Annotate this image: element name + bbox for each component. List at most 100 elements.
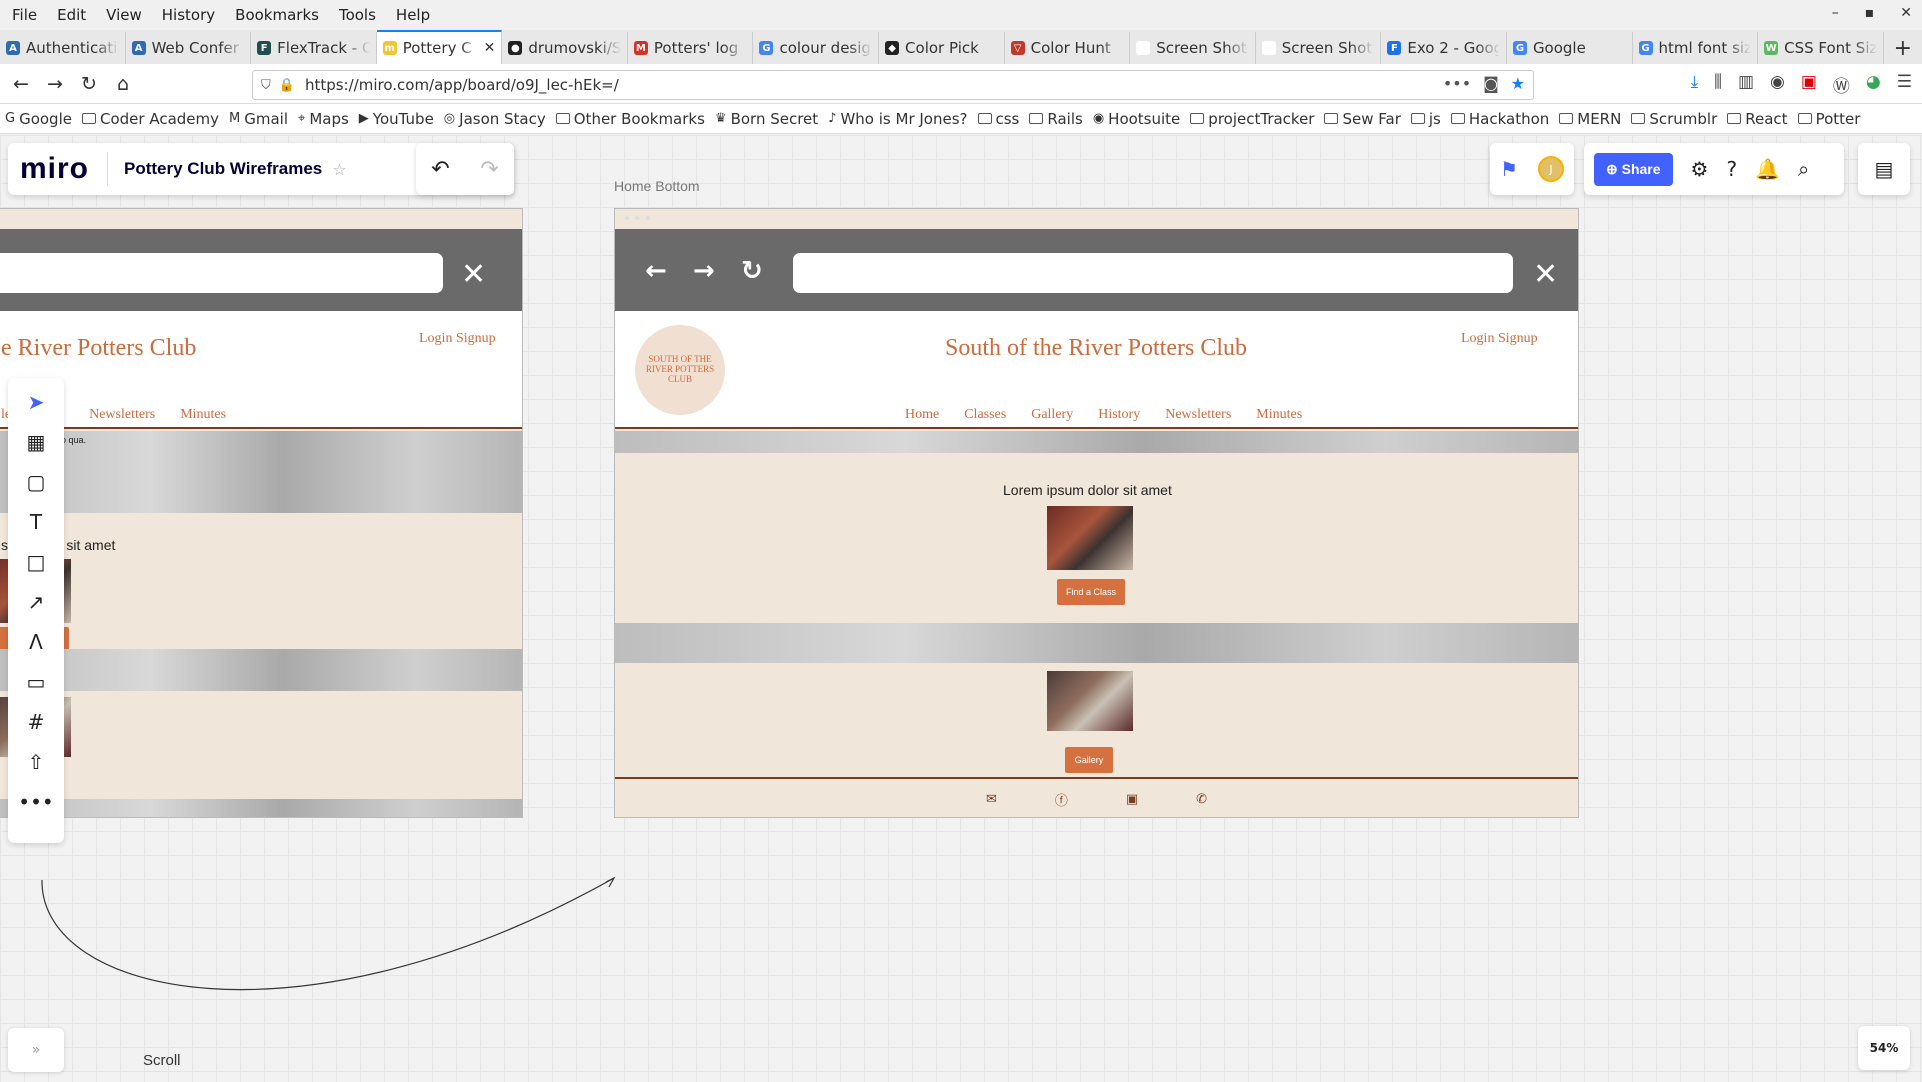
account-icon[interactable]: ◉ [1770,72,1785,97]
tab-14[interactable]: W CSS Font Siz [1758,32,1884,64]
comment-tool-icon[interactable]: ▭ [18,668,54,696]
bookmark-item[interactable]: ▶ YouTube [354,110,439,128]
bookmark-item[interactable]: ♪ Who is Mr Jones? [823,110,972,128]
bookmark-item[interactable]: M Gmail [224,110,293,128]
tab-2[interactable]: F FlexTrack - C [251,32,377,64]
extension-chrome-icon[interactable]: ◕ [1866,72,1881,97]
templates-tool-icon[interactable]: ▦ [18,428,54,456]
bookmark-item[interactable]: React [1722,110,1792,128]
page-actions-icon[interactable]: ••• [1443,74,1471,93]
star-icon[interactable]: ☆ [332,160,346,179]
frame-tool-icon[interactable]: # [18,708,54,736]
reload-button[interactable]: ↻ [72,68,106,100]
bookmark-item[interactable]: Sew Far [1319,110,1405,128]
back-button[interactable]: ← [4,68,38,100]
upload-tool-icon[interactable]: ⇧ [18,748,54,776]
downloads-icon[interactable]: ⤓ [1691,72,1699,97]
new-tab-button[interactable]: + [1884,32,1922,64]
frame-title[interactable]: Home Bottom [614,178,700,194]
help-icon[interactable]: ? [1726,157,1737,181]
collaboration-cursor-icon[interactable]: ⚑ [1500,157,1518,181]
tab-4[interactable]: ● drumovski/S [502,32,628,64]
menu-view[interactable]: View [96,6,152,24]
bookmark-item[interactable]: MERN [1554,110,1626,128]
wireframe-frame-home-bottom[interactable]: ••• ← → ↻ ✕ SOUTH OF THE RIVER POTTERS C… [614,208,1579,818]
tab-13[interactable]: Ghtml font siz [1633,32,1759,64]
tab-5[interactable]: M Potters' log [628,32,754,64]
menu-history[interactable]: History [152,6,225,24]
tab-8[interactable]: ▽ Color Hunt [1005,32,1131,64]
zoom-level[interactable]: 54% [1858,1026,1910,1070]
tab-10[interactable]: Screen Shot 202 [1256,32,1382,64]
shape-tool-icon[interactable]: □ [18,548,54,576]
bell-icon[interactable]: 🔔 [1755,157,1780,181]
url-bar[interactable]: ⛉ 🔒 https://miro.com/app/board/o9J_lec-h… [252,70,1534,100]
extension-lastpass-icon[interactable]: ▣ [1801,72,1817,97]
bookmark-label: css [995,109,1020,128]
pen-tool-icon[interactable]: Ʌ [18,628,54,656]
bookmark-item[interactable]: Rails [1024,110,1087,128]
bookmark-item[interactable]: Potter [1793,110,1866,128]
hamburger-menu-icon[interactable]: ☰ [1897,72,1912,97]
club-logo-text: SOUTH OF THE RIVER POTTERS CLUB [645,354,715,384]
pocket-icon[interactable]: ◙ [1483,74,1499,93]
bookmark-item[interactable]: ♛ Born Secret [710,110,823,128]
tab-1[interactable]: A Web Confer [126,32,252,64]
bookmark-star-icon[interactable]: ★ [1511,74,1525,93]
menu-file[interactable]: File [0,6,47,24]
library-icon[interactable]: ⫼ [1714,72,1722,97]
line-tool-icon[interactable]: ↗ [18,588,54,616]
search-icon[interactable]: ⌕ [1798,157,1809,181]
more-tools-icon[interactable]: ••• [18,788,54,816]
sticky-note-tool-icon[interactable]: ▢ [18,468,54,496]
tab-7[interactable]: ◆ Color Pick [879,32,1005,64]
menu-tools[interactable]: Tools [329,6,386,24]
bookmark-item[interactable]: Other Bookmarks [551,110,710,128]
tab-9[interactable]: Screen Shot 202 [1130,32,1256,64]
settings-sliders-icon[interactable]: ⚙ [1691,157,1709,181]
close-window-button[interactable]: ✕ [1900,5,1912,21]
home-button[interactable]: ⌂ [106,68,140,100]
wireframe-frame-left[interactable]: ✕ e River Potters Club Login Signup le s… [0,208,523,818]
bookmark-item[interactable]: Coder Academy [77,110,224,128]
tab-favicon-icon: A [6,41,20,55]
board-title[interactable]: Pottery Club Wireframes [124,159,322,179]
minimize-button[interactable]: – [1832,5,1839,21]
miro-logo[interactable]: miro [20,152,109,186]
menu-edit[interactable]: Edit [47,6,96,24]
tab-3[interactable]: m Pottery C ✕ [376,30,503,64]
bookmark-item[interactable]: Hackathon [1446,110,1554,128]
bookmark-item[interactable]: ◎ Jason Stacy [439,110,551,128]
notes-icon[interactable]: ▤ [1875,157,1894,181]
redo-icon[interactable]: ↷ [480,157,498,182]
undo-icon[interactable]: ↶ [431,157,449,182]
share-button[interactable]: ⊕ Share [1594,152,1673,186]
bookmark-item[interactable]: css [973,110,1025,128]
bookmark-item[interactable]: ⌖ Maps [293,110,354,128]
maximize-button[interactable]: ▪ [1865,5,1875,21]
avatar[interactable]: J [1537,156,1564,182]
text-tool-icon[interactable]: T [18,508,54,536]
bookmark-item[interactable]: projectTracker [1185,110,1319,128]
extension-wordpress-icon[interactable]: Ⓦ [1833,72,1850,97]
tab-12[interactable]: G Google [1507,32,1633,64]
email-icon: ✉ [985,791,997,807]
sidebar-icon[interactable]: ▥ [1738,72,1754,97]
select-tool-icon[interactable]: ➤ [18,388,54,416]
wireframe-forward-icon: → [693,256,715,286]
forward-button[interactable]: → [38,68,72,100]
wireframe-login: Login Signup [419,331,496,346]
bookmark-item[interactable]: ◉ Hootsuite [1088,110,1185,128]
miro-canvas[interactable]: Home Bottom ✕ e River Potters Club Login… [0,135,1922,1082]
bookmark-item[interactable]: Scrumblr [1626,110,1722,128]
bookmark-item[interactable]: js [1406,110,1446,128]
tab-close-icon[interactable]: ✕ [484,40,496,56]
tab-11[interactable]: F Exo 2 - Goog [1381,32,1507,64]
menu-bookmarks[interactable]: Bookmarks [225,6,329,24]
tab-6[interactable]: Gcolour desig [753,32,880,64]
expand-panel-button[interactable]: » [8,1028,64,1072]
tab-0[interactable]: A Authenticati [0,32,126,64]
menu-help[interactable]: Help [386,6,440,24]
bookmark-item[interactable]: G Google [0,110,77,128]
folder-icon [1190,113,1205,124]
